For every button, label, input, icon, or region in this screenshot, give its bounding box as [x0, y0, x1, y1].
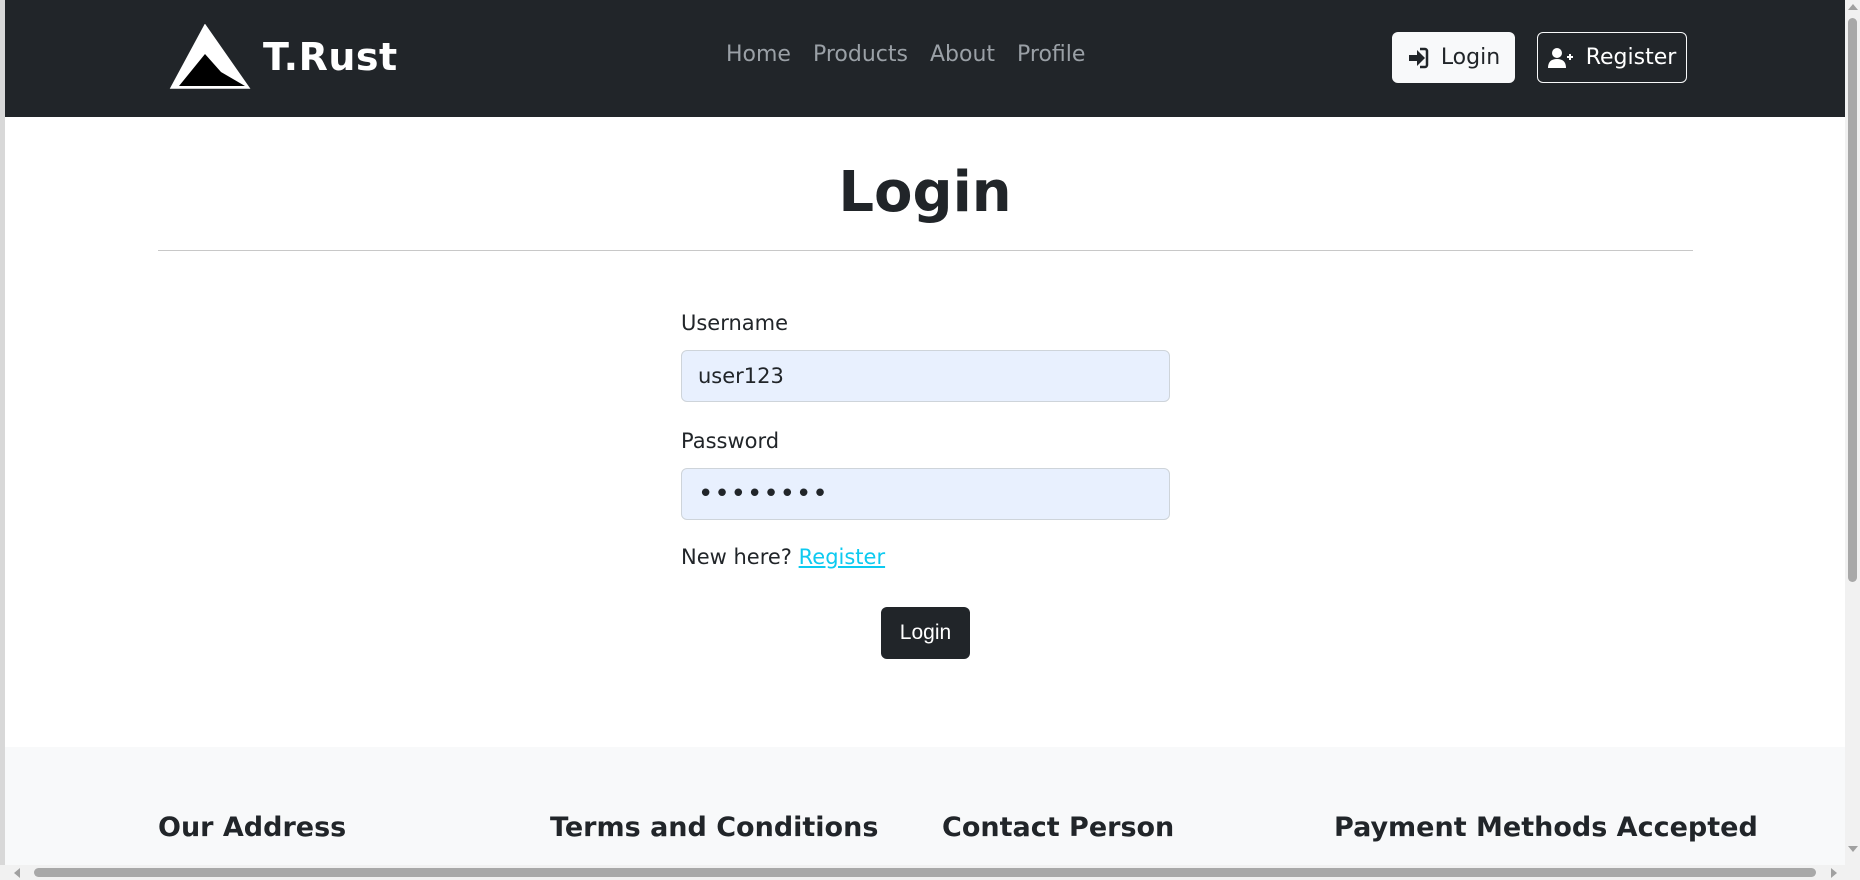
user-plus-icon — [1547, 47, 1574, 69]
nav-about[interactable]: About — [930, 42, 995, 67]
footer-heading-address: Our Address — [158, 812, 347, 843]
navbar-register-label: Register — [1585, 45, 1677, 70]
navbar: T.Rust Home Products About Profile Login — [5, 0, 1845, 117]
username-input[interactable] — [681, 350, 1170, 402]
scroll-up-arrow-icon[interactable] — [1848, 4, 1858, 10]
nav-products[interactable]: Products — [813, 42, 908, 67]
new-here-text: New here? Register — [681, 545, 885, 569]
navbar-login-label: Login — [1440, 45, 1501, 70]
register-link[interactable]: Register — [799, 545, 885, 569]
vertical-scroll-thumb[interactable] — [1848, 18, 1857, 582]
window-border — [0, 0, 5, 865]
horizontal-scroll-thumb[interactable] — [34, 868, 1816, 877]
login-submit-button[interactable]: Login — [881, 607, 970, 659]
brand[interactable]: T.Rust — [169, 24, 398, 90]
brand-logo-icon — [169, 24, 251, 89]
password-label: Password — [681, 429, 780, 453]
brand-name: T.Rust — [263, 35, 398, 79]
horizontal-scrollbar[interactable] — [0, 865, 1860, 880]
footer-heading-payment: Payment Methods Accepted — [1334, 812, 1758, 843]
sign-in-icon — [1407, 47, 1429, 69]
nav-profile[interactable]: Profile — [1017, 42, 1085, 67]
page-viewport: T.Rust Home Products About Profile Login — [0, 0, 1845, 865]
footer — [5, 747, 1845, 865]
vertical-scrollbar[interactable] — [1845, 0, 1860, 865]
scroll-right-arrow-icon[interactable] — [1831, 868, 1837, 878]
footer-heading-contact: Contact Person — [942, 812, 1175, 843]
page-title: Login — [838, 160, 1012, 225]
password-input[interactable] — [681, 468, 1170, 520]
navbar-login-button[interactable]: Login — [1392, 32, 1515, 83]
title-divider — [158, 250, 1693, 251]
footer-heading-terms: Terms and Conditions — [550, 812, 879, 843]
scroll-down-arrow-icon[interactable] — [1848, 846, 1858, 852]
navbar-register-button[interactable]: Register — [1537, 32, 1687, 83]
main-nav: Home Products About Profile — [726, 42, 1085, 67]
username-label: Username — [681, 311, 789, 335]
new-here-label: New here? — [681, 545, 799, 569]
scroll-left-arrow-icon[interactable] — [14, 868, 20, 878]
nav-home[interactable]: Home — [726, 42, 791, 67]
